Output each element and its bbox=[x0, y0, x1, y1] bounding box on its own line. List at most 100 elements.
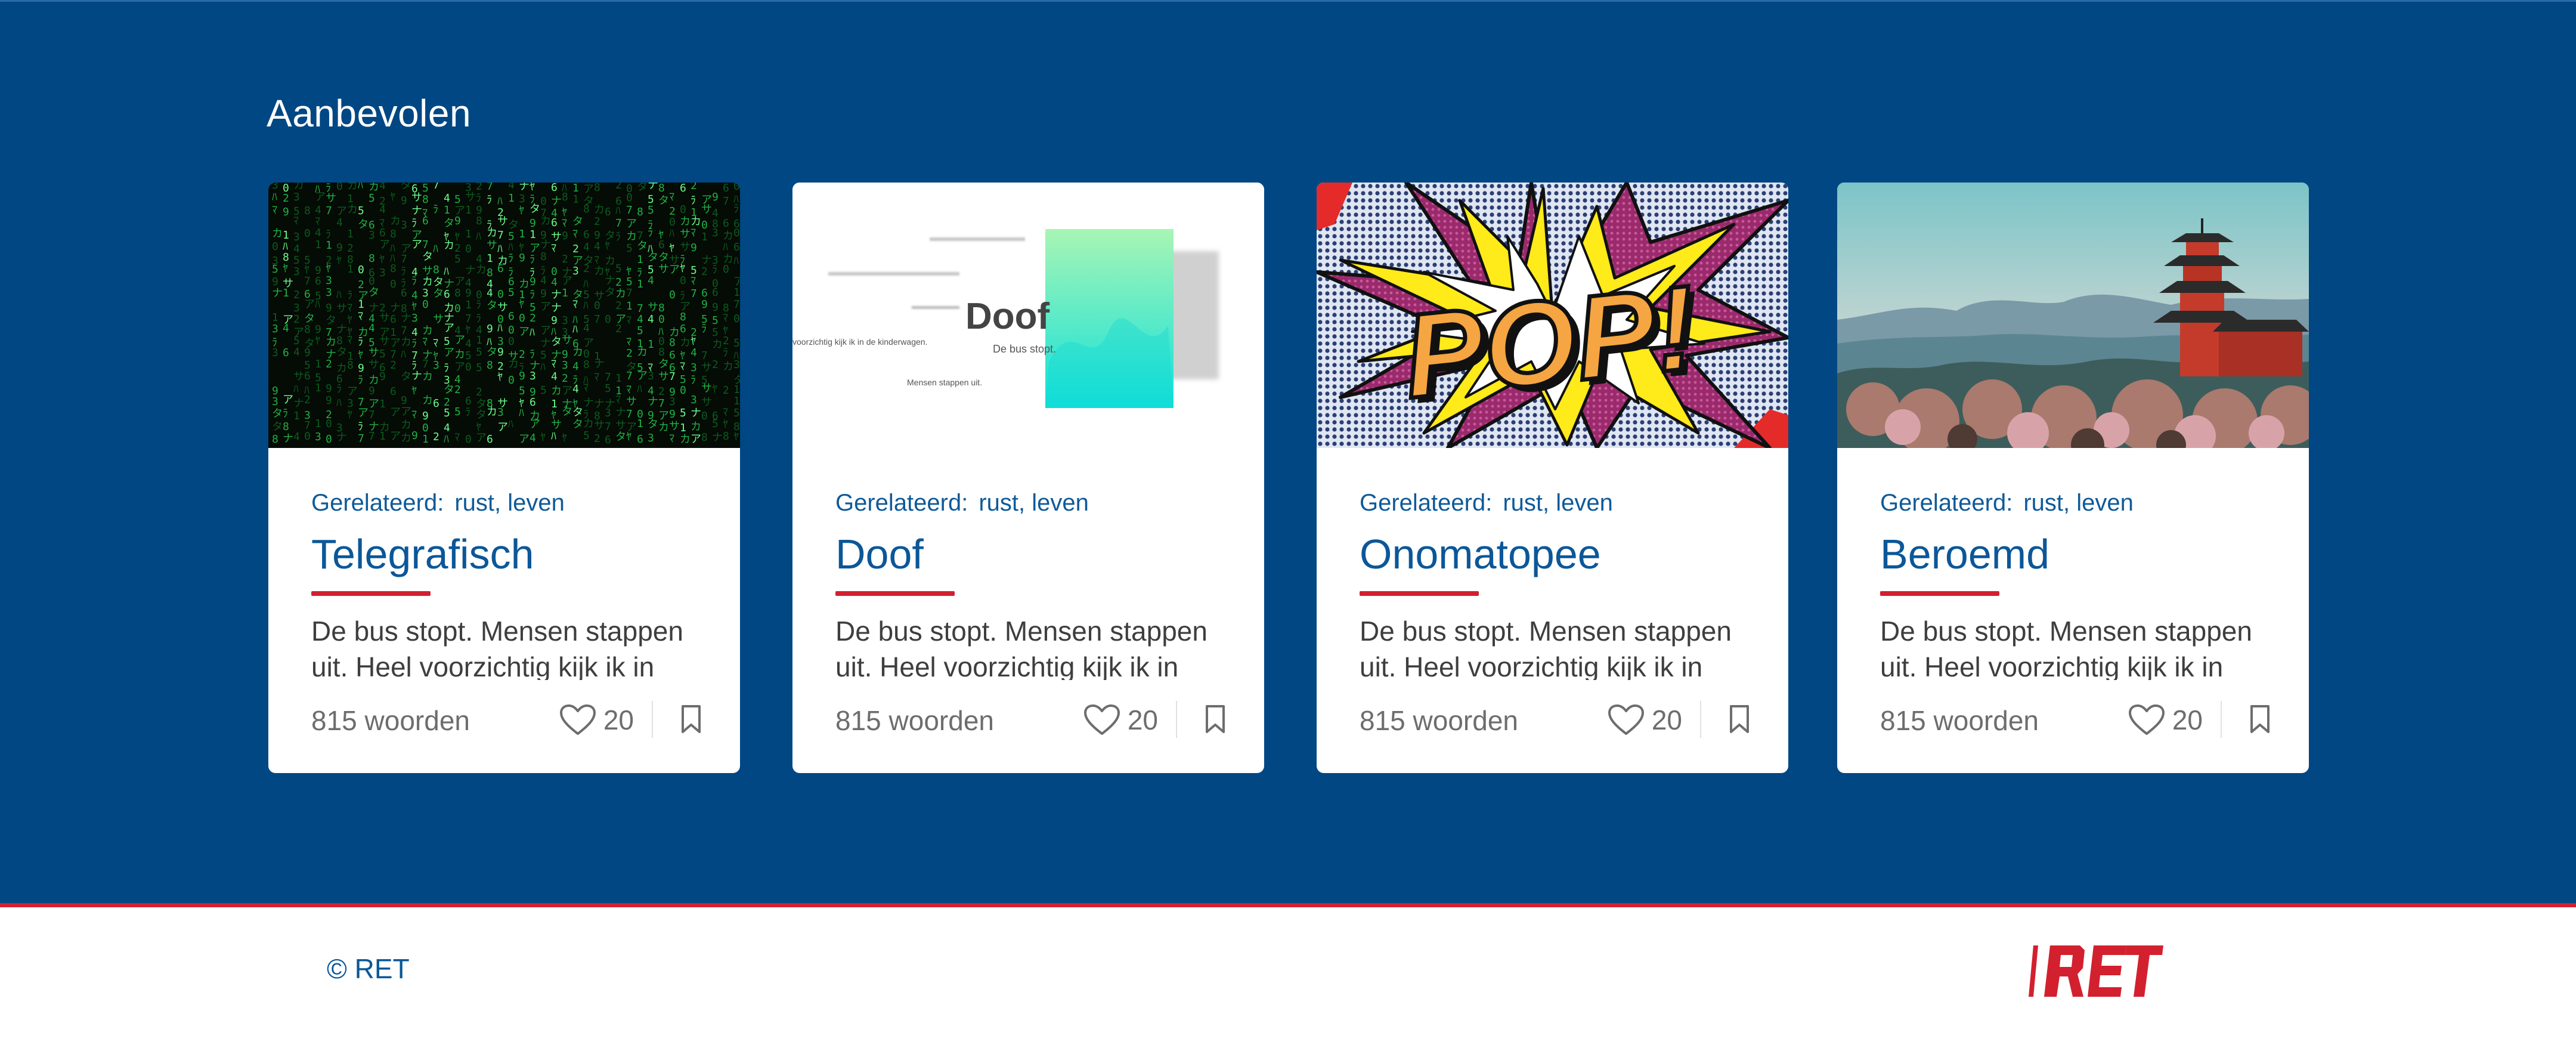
svg-text:ﾏ: ﾏ bbox=[626, 336, 631, 348]
svg-text:3: 3 bbox=[433, 359, 439, 372]
svg-text:タ: タ bbox=[476, 409, 487, 421]
bookmark-icon[interactable] bbox=[2247, 704, 2273, 734]
svg-text:1: 1 bbox=[637, 278, 643, 290]
svg-text:6: 6 bbox=[433, 397, 439, 410]
svg-text:タ: タ bbox=[530, 203, 540, 215]
svg-text:ﾊ: ﾊ bbox=[336, 289, 342, 301]
svg-text:1: 1 bbox=[680, 422, 686, 434]
svg-text:0: 0 bbox=[669, 216, 676, 228]
related-tags-link[interactable]: rust, leven bbox=[454, 490, 565, 516]
related-tags-link[interactable]: rust, leven bbox=[979, 490, 1089, 516]
article-card-onomatopee[interactable]: POP! POP! Gerelateerd: rust, leven Onomat… bbox=[1317, 183, 1788, 773]
card-image-doof[interactable]: Doof De bus stopt. voorzichtig kijk ik i… bbox=[792, 183, 1264, 448]
svg-text:サ: サ bbox=[379, 335, 390, 348]
svg-text:2: 2 bbox=[530, 312, 536, 324]
doof-image-line2: Mensen stappen uit. bbox=[907, 378, 982, 387]
svg-text:8: 8 bbox=[658, 302, 665, 314]
svg-text:カ: カ bbox=[723, 230, 733, 242]
article-card-telegrafisch[interactable]: 3ﾊﾏカ0359ナ13ﾗ393タタ80291ﾊ8ﾔサ1ア46アﾗ8ナカ35ﾏ34… bbox=[268, 183, 740, 773]
svg-text:3: 3 bbox=[519, 193, 525, 205]
svg-text:ア: ア bbox=[519, 326, 530, 338]
svg-text:0: 0 bbox=[669, 289, 676, 301]
svg-text:2: 2 bbox=[712, 358, 719, 371]
svg-text:タ: タ bbox=[433, 288, 444, 300]
svg-text:ﾗ: ﾗ bbox=[336, 383, 342, 395]
pop-art-image: POP! POP! bbox=[1317, 183, 1788, 448]
svg-text:4: 4 bbox=[648, 313, 654, 326]
svg-text:9: 9 bbox=[336, 242, 343, 254]
heart-icon bbox=[559, 704, 596, 735]
svg-text:ア: ア bbox=[401, 406, 411, 418]
related-tags-link[interactable]: rust, leven bbox=[1503, 490, 1613, 516]
card-title[interactable]: Telegrafisch bbox=[311, 530, 534, 578]
svg-text:ﾔ: ﾔ bbox=[411, 301, 417, 313]
related-tags-link[interactable]: rust, leven bbox=[2023, 490, 2134, 516]
svg-text:6: 6 bbox=[680, 323, 686, 335]
svg-text:ﾏ: ﾏ bbox=[347, 334, 352, 347]
card-image-matrix[interactable]: 3ﾊﾏカ0359ナ13ﾗ393タタ80291ﾊ8ﾔサ1ア46アﾗ8ナカ35ﾏ34… bbox=[268, 183, 740, 448]
svg-text:ﾔ: ﾔ bbox=[358, 349, 363, 361]
svg-text:1: 1 bbox=[315, 358, 321, 370]
svg-text:ﾗ: ﾗ bbox=[358, 336, 363, 348]
article-card-beroemd[interactable]: Gerelateerd: rust, leven Beroemd De bus s… bbox=[1837, 183, 2309, 773]
svg-text:6: 6 bbox=[701, 287, 708, 299]
svg-text:タ: タ bbox=[605, 286, 615, 299]
bookmark-icon[interactable] bbox=[1202, 704, 1228, 734]
svg-text:2: 2 bbox=[626, 347, 633, 360]
svg-text:サ: サ bbox=[658, 370, 669, 383]
svg-text:9: 9 bbox=[454, 215, 461, 227]
svg-text:7: 7 bbox=[605, 421, 611, 433]
svg-text:9: 9 bbox=[530, 217, 536, 230]
svg-text:1: 1 bbox=[637, 254, 643, 266]
svg-text:0: 0 bbox=[680, 203, 686, 216]
svg-text:2: 2 bbox=[390, 359, 397, 372]
like-button[interactable]: 20 bbox=[1608, 703, 1682, 737]
svg-text:8: 8 bbox=[283, 421, 289, 433]
ret-logo[interactable] bbox=[2026, 944, 2163, 998]
like-button[interactable]: 20 bbox=[2128, 703, 2203, 737]
svg-text:8: 8 bbox=[433, 264, 439, 276]
svg-text:4: 4 bbox=[444, 422, 450, 434]
svg-text:ナ: ナ bbox=[551, 302, 562, 314]
article-card-doof[interactable]: Doof De bus stopt. voorzichtig kijk ik i… bbox=[792, 183, 1264, 773]
svg-text:4: 4 bbox=[583, 322, 590, 335]
like-button[interactable]: 20 bbox=[559, 703, 634, 737]
svg-text:0: 0 bbox=[519, 312, 525, 324]
svg-text:6: 6 bbox=[637, 433, 643, 446]
card-title[interactable]: Beroemd bbox=[1880, 530, 2049, 578]
svg-text:6: 6 bbox=[422, 215, 429, 227]
svg-text:1: 1 bbox=[626, 300, 633, 313]
svg-text:サ: サ bbox=[497, 301, 508, 314]
like-button[interactable]: 20 bbox=[1083, 703, 1158, 737]
svg-text:ナ: ナ bbox=[336, 323, 347, 336]
bookmark-icon[interactable] bbox=[678, 704, 704, 734]
svg-text:6: 6 bbox=[723, 217, 729, 230]
svg-text:ア: ア bbox=[476, 432, 487, 444]
svg-text:ナ: ナ bbox=[712, 431, 723, 444]
svg-text:7: 7 bbox=[605, 371, 611, 384]
svg-text:ア: ア bbox=[304, 298, 315, 311]
svg-text:ﾊ: ﾊ bbox=[530, 326, 535, 339]
svg-text:ﾗ: ﾗ bbox=[701, 323, 707, 335]
svg-text:4: 4 bbox=[369, 322, 375, 335]
card-title[interactable]: Doof bbox=[835, 530, 924, 578]
svg-text:7: 7 bbox=[487, 183, 493, 193]
svg-text:4: 4 bbox=[583, 241, 590, 254]
card-title[interactable]: Onomatopee bbox=[1360, 530, 1601, 578]
svg-text:ﾔ: ﾔ bbox=[454, 231, 460, 243]
svg-text:1: 1 bbox=[637, 418, 643, 430]
bookmark-icon[interactable] bbox=[1726, 704, 1753, 734]
svg-text:9: 9 bbox=[326, 394, 332, 407]
svg-text:ﾔ: ﾔ bbox=[497, 371, 503, 384]
svg-text:ﾔ: ﾔ bbox=[669, 242, 674, 255]
svg-text:ア: ア bbox=[530, 242, 540, 255]
svg-text:ﾏ: ﾏ bbox=[691, 275, 696, 288]
card-image-pagoda[interactable] bbox=[1837, 183, 2309, 448]
svg-text:ﾏ: ﾏ bbox=[723, 406, 728, 419]
svg-text:7: 7 bbox=[626, 287, 633, 299]
svg-text:ア: ア bbox=[658, 410, 669, 422]
svg-text:4: 4 bbox=[444, 192, 450, 205]
svg-text:2: 2 bbox=[658, 385, 665, 398]
svg-text:1: 1 bbox=[347, 228, 354, 240]
card-image-pop[interactable]: POP! POP! bbox=[1317, 183, 1788, 448]
